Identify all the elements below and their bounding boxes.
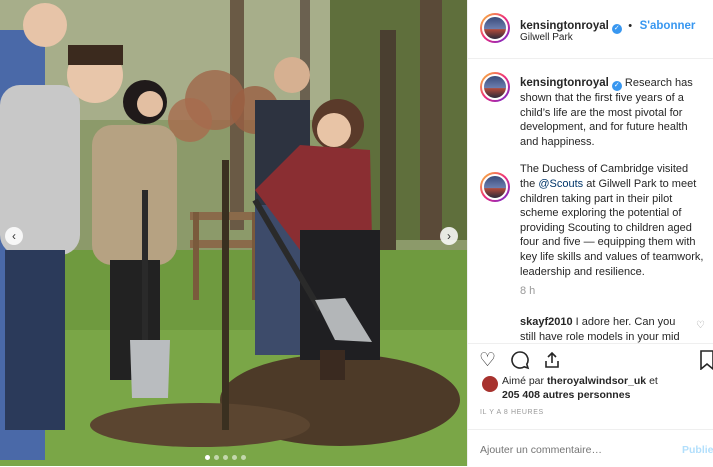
post-header: kensingtonroyal ✓ • S'abonner Gilwell Par… (468, 0, 713, 59)
likes-suffix: et (649, 375, 658, 387)
instagram-post: ‹ › kensingtonroyal ✓ • S'abonner Gilwell… (0, 0, 713, 466)
carousel-dot (214, 455, 219, 460)
share-icon[interactable] (542, 350, 562, 376)
avatar[interactable] (480, 13, 510, 43)
caption-paragraph: The Duchess of Cambridge visited the @Sc… (520, 162, 706, 279)
post-location[interactable]: Gilwell Park (520, 32, 573, 43)
caption-paragraph: kensingtonroyal ✓ Research has shown that… (520, 76, 706, 149)
comment-like-icon[interactable]: ♡ (696, 320, 705, 331)
bookmark-icon[interactable] (700, 350, 713, 376)
avatar[interactable] (482, 376, 498, 392)
chevron-right-icon: › (447, 229, 451, 243)
carousel-prev-button[interactable]: ‹ (5, 227, 23, 245)
heart-icon[interactable]: ♡ (479, 350, 496, 372)
post-caption: kensingtonroyal ✓ Research has shown that… (520, 76, 706, 292)
carousel-dot (241, 455, 246, 460)
post-side-panel: kensingtonroyal ✓ • S'abonner Gilwell Par… (467, 0, 713, 466)
caption-text: at Gilwell Park to meet children taking … (520, 177, 704, 278)
comment-username[interactable]: skayf2010 (520, 316, 573, 328)
comment-item: skayf2010 I adore her. Can you still hav… (520, 315, 692, 343)
likes-prefix: Aimé par (502, 375, 545, 387)
avatar[interactable] (480, 72, 510, 102)
avatar[interactable] (480, 172, 510, 202)
mention-link[interactable]: @Scouts (538, 178, 583, 190)
post-photo[interactable]: ‹ › (0, 0, 467, 466)
likes-summary: Aimé par theroyalwindsor_uk et 205 408 a… (502, 374, 702, 402)
comment-input[interactable] (480, 444, 660, 456)
comment-bubble-icon[interactable] (510, 350, 530, 376)
publish-button[interactable]: Publier (682, 444, 713, 456)
post-username[interactable]: kensingtonroyal (520, 20, 609, 32)
follow-button[interactable]: S'abonner (640, 20, 696, 32)
caption-time: 8 h (520, 285, 536, 297)
separator-dot: • (628, 20, 633, 32)
likes-others[interactable]: 205 408 autres personnes (502, 389, 630, 401)
carousel-dot (205, 455, 210, 460)
likes-user[interactable]: theroyalwindsor_uk (547, 375, 646, 387)
carousel-dot (223, 455, 228, 460)
chevron-left-icon: ‹ (12, 229, 16, 243)
carousel-dot (232, 455, 237, 460)
carousel-dots (205, 455, 246, 460)
photo-illustration (0, 0, 467, 466)
carousel-next-button[interactable]: › (440, 227, 458, 245)
verified-badge-icon: ✓ (611, 81, 622, 91)
post-timestamp[interactable]: IL Y A 8 HEURES (480, 409, 544, 416)
verified-badge-icon: ✓ (611, 24, 622, 34)
add-comment-bar: Publier (468, 429, 713, 467)
caption-username[interactable]: kensingtonroyal (520, 77, 609, 89)
